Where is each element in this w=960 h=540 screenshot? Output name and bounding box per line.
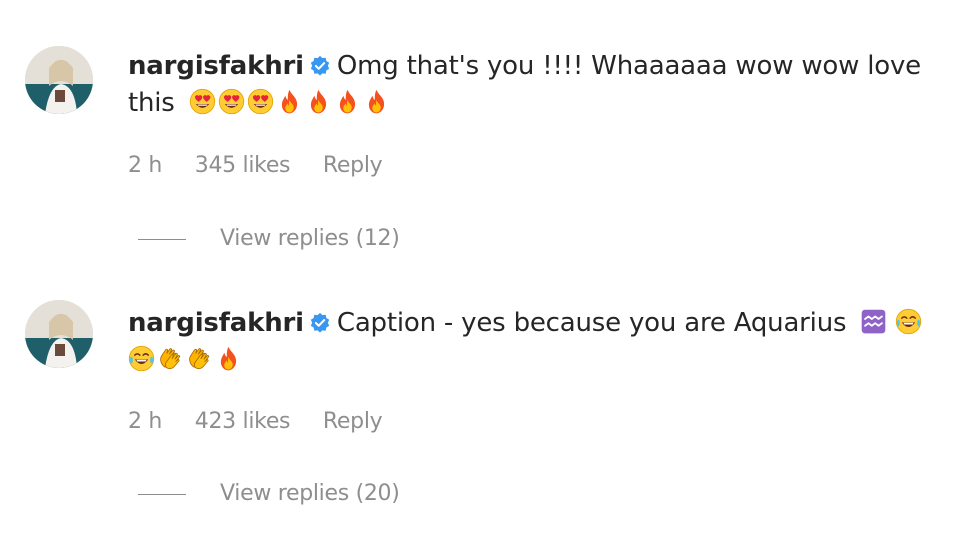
reply-button[interactable]: Reply [323,153,383,178]
clapping-hands-emoji-icon [186,345,213,372]
comment-text: Caption - yes because you are Aquarius [336,308,847,338]
verified-badge-icon [309,312,331,334]
like-count[interactable]: 423 likes [195,409,291,434]
comment-meta: 2 h 345 likes Reply [128,153,408,178]
clapping-hands-emoji-icon [157,345,184,372]
tears-of-joy-emoji-icon [895,308,922,335]
view-replies-button[interactable]: View replies (20) [138,481,400,506]
avatar[interactable] [25,46,93,114]
username-link[interactable]: nargisfakhri [128,51,304,81]
username-link[interactable]: nargisfakhri [128,308,304,338]
reply-button[interactable]: Reply [323,409,383,434]
fire-emoji-icon [334,88,361,115]
avatar[interactable] [25,300,93,368]
like-count[interactable]: 345 likes [195,153,291,178]
divider-line [138,493,186,495]
divider-line [138,238,186,240]
view-replies-label: View replies (12) [220,226,400,251]
view-replies-label: View replies (20) [220,481,400,506]
comment-time: 2 h [128,153,163,178]
heart-eyes-emoji-icon [247,88,274,115]
fire-emoji-icon [215,345,242,372]
comment-body: nargisfakhri Caption - yes because you ar… [128,305,928,379]
fire-emoji-icon [363,88,390,115]
verified-badge-icon [309,55,331,77]
fire-emoji-icon [276,88,303,115]
heart-eyes-emoji-icon [189,88,216,115]
view-replies-button[interactable]: View replies (12) [138,226,400,251]
aquarius-emoji-icon [860,308,887,335]
comment-time: 2 h [128,409,163,434]
tears-of-joy-emoji-icon [128,345,155,372]
heart-eyes-emoji-icon [218,88,245,115]
emoji-row [183,88,392,118]
comment-body: nargisfakhri Omg that's you !!!! Whaaaaaa… [128,48,928,122]
fire-emoji-icon [305,88,332,115]
comment-meta: 2 h 423 likes Reply [128,409,408,434]
